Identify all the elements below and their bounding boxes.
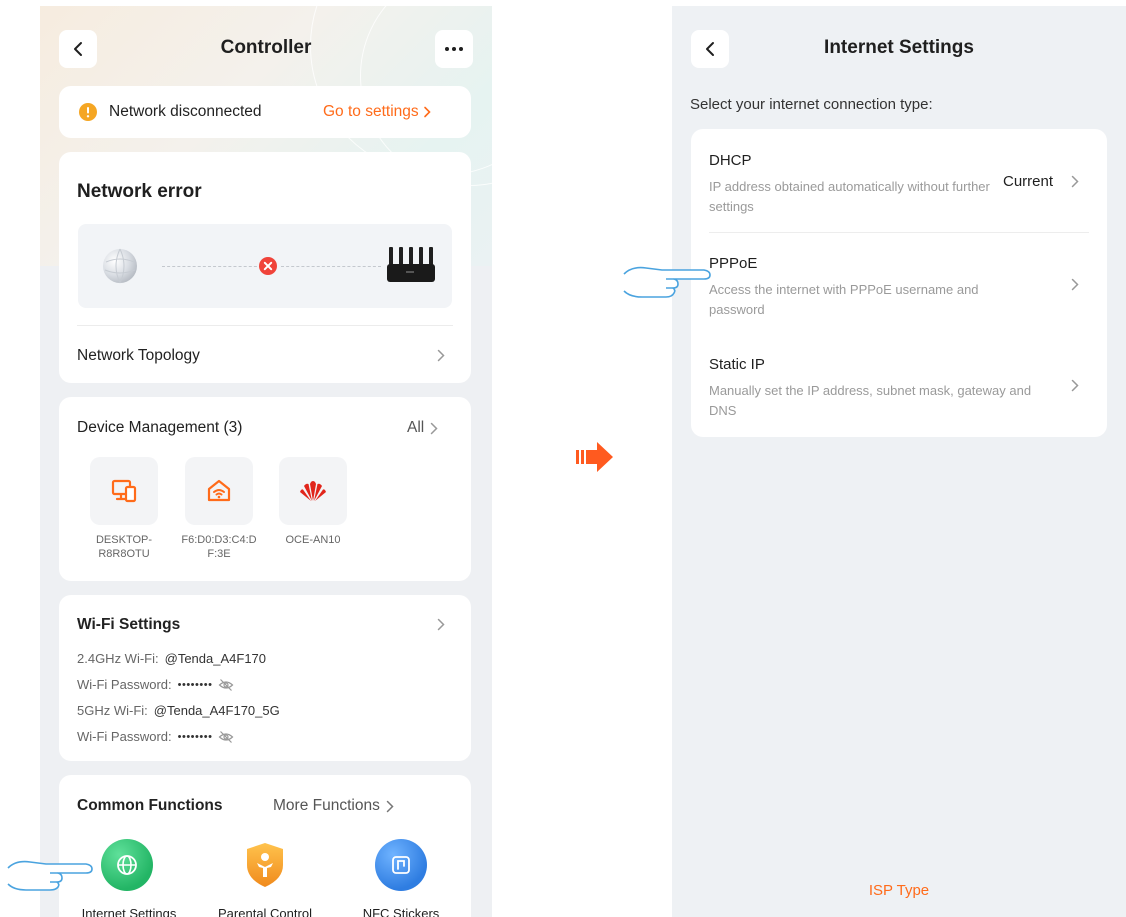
option-description: Manually set the IP address, subnet mask…: [709, 383, 1032, 418]
wifi-5-row: 5GHz Wi-Fi: @Tenda_A4F170_5G: [77, 703, 280, 718]
globe-internet-icon: [103, 248, 137, 284]
wifi-24-ssid: @Tenda_A4F170: [164, 651, 267, 666]
common-functions-card: Common Functions More Functions Internet…: [59, 775, 471, 917]
network-error-card: Network error Network Topology: [59, 152, 471, 383]
device-management-title: Device Management (3): [77, 419, 243, 436]
page-title: Internet Settings: [824, 37, 974, 58]
network-topology-label: Network Topology: [77, 347, 200, 364]
all-label: All: [407, 419, 425, 436]
device-tile-desktop[interactable]: [90, 457, 158, 525]
chevron-left-icon: [706, 42, 714, 56]
page-title: Controller: [220, 37, 312, 58]
wifi-5-label: 5GHz Wi-Fi:: [77, 703, 148, 718]
network-banner: Network disconnected Go to settings: [59, 86, 471, 138]
error-x-icon: [259, 257, 277, 275]
function-label: Parental Control: [218, 906, 312, 917]
huawei-logo: [300, 481, 326, 501]
device-management-card: Device Management (3) All DESKTOP- R8R8O…: [59, 397, 471, 581]
ellipsis-icon: [445, 47, 463, 51]
current-status-badge: Current: [1003, 173, 1054, 190]
chevron-right-icon: [1071, 278, 1079, 291]
link-line-right: [281, 266, 381, 267]
child-shield-icon: [239, 839, 291, 891]
network-error-title: Network error: [77, 181, 202, 202]
common-functions-title: Common Functions: [77, 797, 223, 814]
wifi-5-password-label: Wi-Fi Password:: [77, 729, 172, 744]
chevron-right-icon: [1071, 175, 1079, 188]
connection-type-prompt: Select your internet connection type:: [690, 96, 933, 113]
smart-home-wifi-icon: [207, 479, 231, 502]
option-title: PPPoE: [709, 255, 758, 272]
device-label: F6:D0:D3:C4:D F:3E: [181, 534, 257, 560]
go-to-settings-label: Go to settings: [323, 103, 419, 120]
function-label: NFC Stickers: [362, 906, 440, 917]
wifi-24-label: 2.4GHz Wi-Fi:: [77, 651, 159, 666]
more-options-button[interactable]: [435, 30, 473, 68]
chevron-right-icon: [437, 618, 445, 631]
option-static-ip[interactable]: Static IP Manually set the IP address, s…: [691, 335, 1107, 437]
wifi-5-ssid: @Tenda_A4F170_5G: [153, 703, 280, 718]
device-label: OCE-AN10: [285, 534, 341, 546]
eye-off-icon[interactable]: [218, 678, 234, 692]
wifi-24-password-row: Wi-Fi Password: ••••••••: [77, 677, 234, 692]
chevron-left-icon: [74, 42, 82, 56]
option-title: DHCP: [709, 152, 752, 169]
go-to-settings-link[interactable]: Go to settings: [323, 103, 431, 121]
wifi-24-password-value: ••••••••: [177, 678, 213, 691]
network-topology-row[interactable]: Network Topology: [59, 326, 471, 383]
option-pppoe[interactable]: PPPoE Access the internet with PPPoE use…: [691, 233, 1107, 335]
wifi-settings-card[interactable]: Wi-Fi Settings 2.4GHz Wi-Fi: @Tenda_A4F1…: [59, 595, 471, 761]
function-label: Internet Settings: [81, 906, 177, 917]
chevron-right-icon: [423, 106, 431, 118]
wifi-24-password-label: Wi-Fi Password:: [77, 677, 172, 692]
wifi-24-row: 2.4GHz Wi-Fi: @Tenda_A4F170: [77, 651, 266, 666]
topology-diagram: [78, 224, 452, 308]
link-line-left: [162, 266, 262, 267]
device-tile-huawei[interactable]: [279, 457, 347, 525]
pointing-hand-icon: [7, 860, 93, 891]
chevron-right-icon: [430, 422, 438, 434]
controller-screen: Controller Network disconnected Go to se…: [40, 6, 492, 917]
more-functions-link[interactable]: More Functions: [273, 797, 394, 815]
router-icon: [387, 247, 435, 282]
more-functions-label: More Functions: [273, 797, 380, 814]
wifi-settings-title: Wi-Fi Settings: [77, 616, 181, 633]
connection-type-list: DHCP IP address obtained automatically w…: [691, 129, 1107, 437]
device-label: DESKTOP- R8R8OTU: [95, 534, 153, 560]
pointing-hand-icon: [623, 266, 711, 298]
option-dhcp[interactable]: DHCP IP address obtained automatically w…: [691, 129, 1107, 232]
wifi-5-password-value: ••••••••: [177, 730, 213, 743]
option-description: IP address obtained automatically withou…: [709, 179, 990, 214]
banner-text: Network disconnected: [109, 103, 262, 120]
option-title: Static IP: [709, 356, 765, 373]
back-button[interactable]: [691, 30, 729, 68]
all-devices-link[interactable]: All: [407, 419, 438, 437]
warning-icon: [79, 103, 97, 121]
option-description: Access the internet with PPPoE username …: [709, 282, 979, 317]
chevron-right-icon: [386, 800, 394, 812]
function-parental-control[interactable]: Parental Control: [195, 835, 335, 917]
chevron-right-icon: [1071, 379, 1079, 392]
globe-icon: [101, 839, 153, 891]
back-button[interactable]: [59, 30, 97, 68]
nfc-icon: [375, 839, 427, 891]
device-tile-smart-home[interactable]: [185, 457, 253, 525]
chevron-right-icon: [437, 349, 445, 362]
arrow-right-icon: [576, 442, 613, 472]
function-nfc-stickers[interactable]: NFC Stickers: [331, 835, 471, 917]
wifi-5-password-row: Wi-Fi Password: ••••••••: [77, 729, 234, 744]
computer-icon: [111, 479, 137, 503]
internet-settings-screen: Internet Settings Select your internet c…: [672, 6, 1126, 917]
eye-off-icon[interactable]: [218, 730, 234, 744]
isp-type-link[interactable]: ISP Type: [672, 882, 1126, 899]
